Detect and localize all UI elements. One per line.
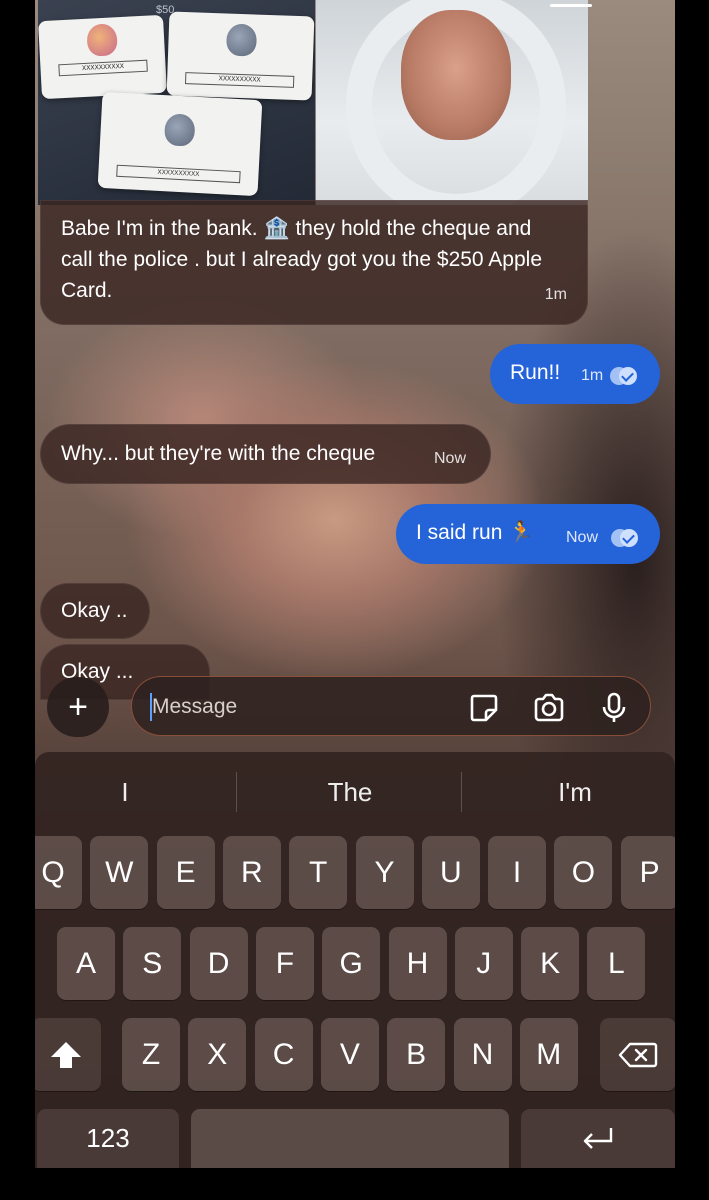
key-r[interactable]: R <box>222 836 281 909</box>
suggestion-divider <box>461 772 462 812</box>
suggestion-3[interactable]: I'm <box>505 774 645 810</box>
microphone-icon[interactable] <box>597 691 631 725</box>
key-x[interactable]: X <box>188 1018 247 1091</box>
message-time: Now <box>566 529 599 546</box>
text-cursor <box>150 693 152 721</box>
key-j[interactable]: J <box>454 927 513 1000</box>
message-bubble-outgoing[interactable]: I said run 🏃 Now <box>396 504 660 564</box>
numbers-key-label: 123 <box>86 1123 130 1153</box>
return-key[interactable] <box>521 1109 675 1168</box>
gift-card: XXXXXXXXXX <box>38 14 167 100</box>
message-text: Okay .. <box>61 599 128 622</box>
key-e[interactable]: E <box>156 836 215 909</box>
key-s[interactable]: S <box>123 927 182 1000</box>
gift-cards-photo[interactable]: $50 XXXXXXXXXX XXXXXXXXXX XXXXXXXXXX <box>38 0 315 205</box>
gift-card: XXXXXXXXXX <box>97 91 263 197</box>
key-b[interactable]: B <box>387 1018 446 1091</box>
key-l[interactable]: L <box>587 927 646 1000</box>
message-text: Why... but they're with the cheque <box>61 442 376 465</box>
message-bubble-incoming[interactable]: Why... but they're with the cheque Now <box>40 424 491 484</box>
key-a[interactable]: A <box>57 927 115 1000</box>
read-receipt-icon <box>610 366 638 386</box>
message-time: 1m <box>544 286 567 303</box>
message-bubble-incoming[interactable]: Babe I'm in the bank. 🏦 they hold the ch… <box>40 200 588 325</box>
key-d[interactable]: D <box>189 927 248 1000</box>
key-y[interactable]: Y <box>355 836 414 909</box>
message-time: 1m <box>581 367 604 384</box>
backspace-key[interactable] <box>600 1018 675 1091</box>
sticker-icon[interactable] <box>467 691 501 725</box>
numbers-key[interactable]: 123 <box>37 1109 179 1168</box>
message-text: Run!! <box>510 361 561 384</box>
message-time: Now <box>434 450 467 467</box>
message-text: I said run 🏃 <box>416 521 535 544</box>
suggestion-2[interactable]: The <box>280 774 420 810</box>
key-w[interactable]: W <box>90 836 149 909</box>
shift-key[interactable] <box>35 1018 101 1091</box>
chat-screen: $50 XXXXXXXXXX XXXXXXXXXX XXXXXXXXXX Bab… <box>35 0 675 1168</box>
keyboard: I The I'm 123 QWERTYUIOP A S D F G H J K… <box>35 752 675 1168</box>
progress-bar <box>550 4 592 7</box>
man-photo[interactable] <box>316 0 588 205</box>
key-u[interactable]: U <box>421 836 480 909</box>
return-icon <box>583 1127 613 1149</box>
add-attachment-button[interactable]: + <box>47 677 109 737</box>
message-input[interactable] <box>150 692 434 722</box>
message-bubble-outgoing[interactable]: Run!! 1m <box>490 344 660 404</box>
key-m[interactable]: M <box>519 1018 578 1091</box>
message-text: Babe I'm in the bank. 🏦 they hold the ch… <box>61 217 543 302</box>
message-field[interactable] <box>131 676 651 736</box>
key-t[interactable]: T <box>289 836 348 909</box>
key-n[interactable]: N <box>453 1018 512 1091</box>
face <box>401 10 511 140</box>
space-key[interactable] <box>191 1109 509 1168</box>
suggestion-1[interactable]: I <box>55 774 195 810</box>
key-k[interactable]: K <box>521 927 580 1000</box>
key-p[interactable]: P <box>620 836 675 909</box>
key-q[interactable]: Q <box>35 836 82 909</box>
key-i[interactable]: I <box>488 836 547 909</box>
gift-card: XXXXXXXXXX <box>166 11 315 101</box>
camera-icon[interactable] <box>532 691 566 725</box>
message-bubble-incoming[interactable]: Okay .. <box>40 583 150 639</box>
suggestion-divider <box>236 772 237 812</box>
key-f[interactable]: F <box>255 927 314 1000</box>
key-v[interactable]: V <box>320 1018 379 1091</box>
key-g[interactable]: G <box>322 927 381 1000</box>
backspace-icon <box>618 1042 658 1067</box>
key-c[interactable]: C <box>254 1018 313 1091</box>
read-receipt-icon <box>611 528 639 548</box>
key-h[interactable]: H <box>388 927 447 1000</box>
plus-icon: + <box>68 687 88 726</box>
key-z[interactable]: Z <box>122 1018 180 1091</box>
shift-icon <box>51 1041 81 1068</box>
key-o[interactable]: O <box>554 836 613 909</box>
